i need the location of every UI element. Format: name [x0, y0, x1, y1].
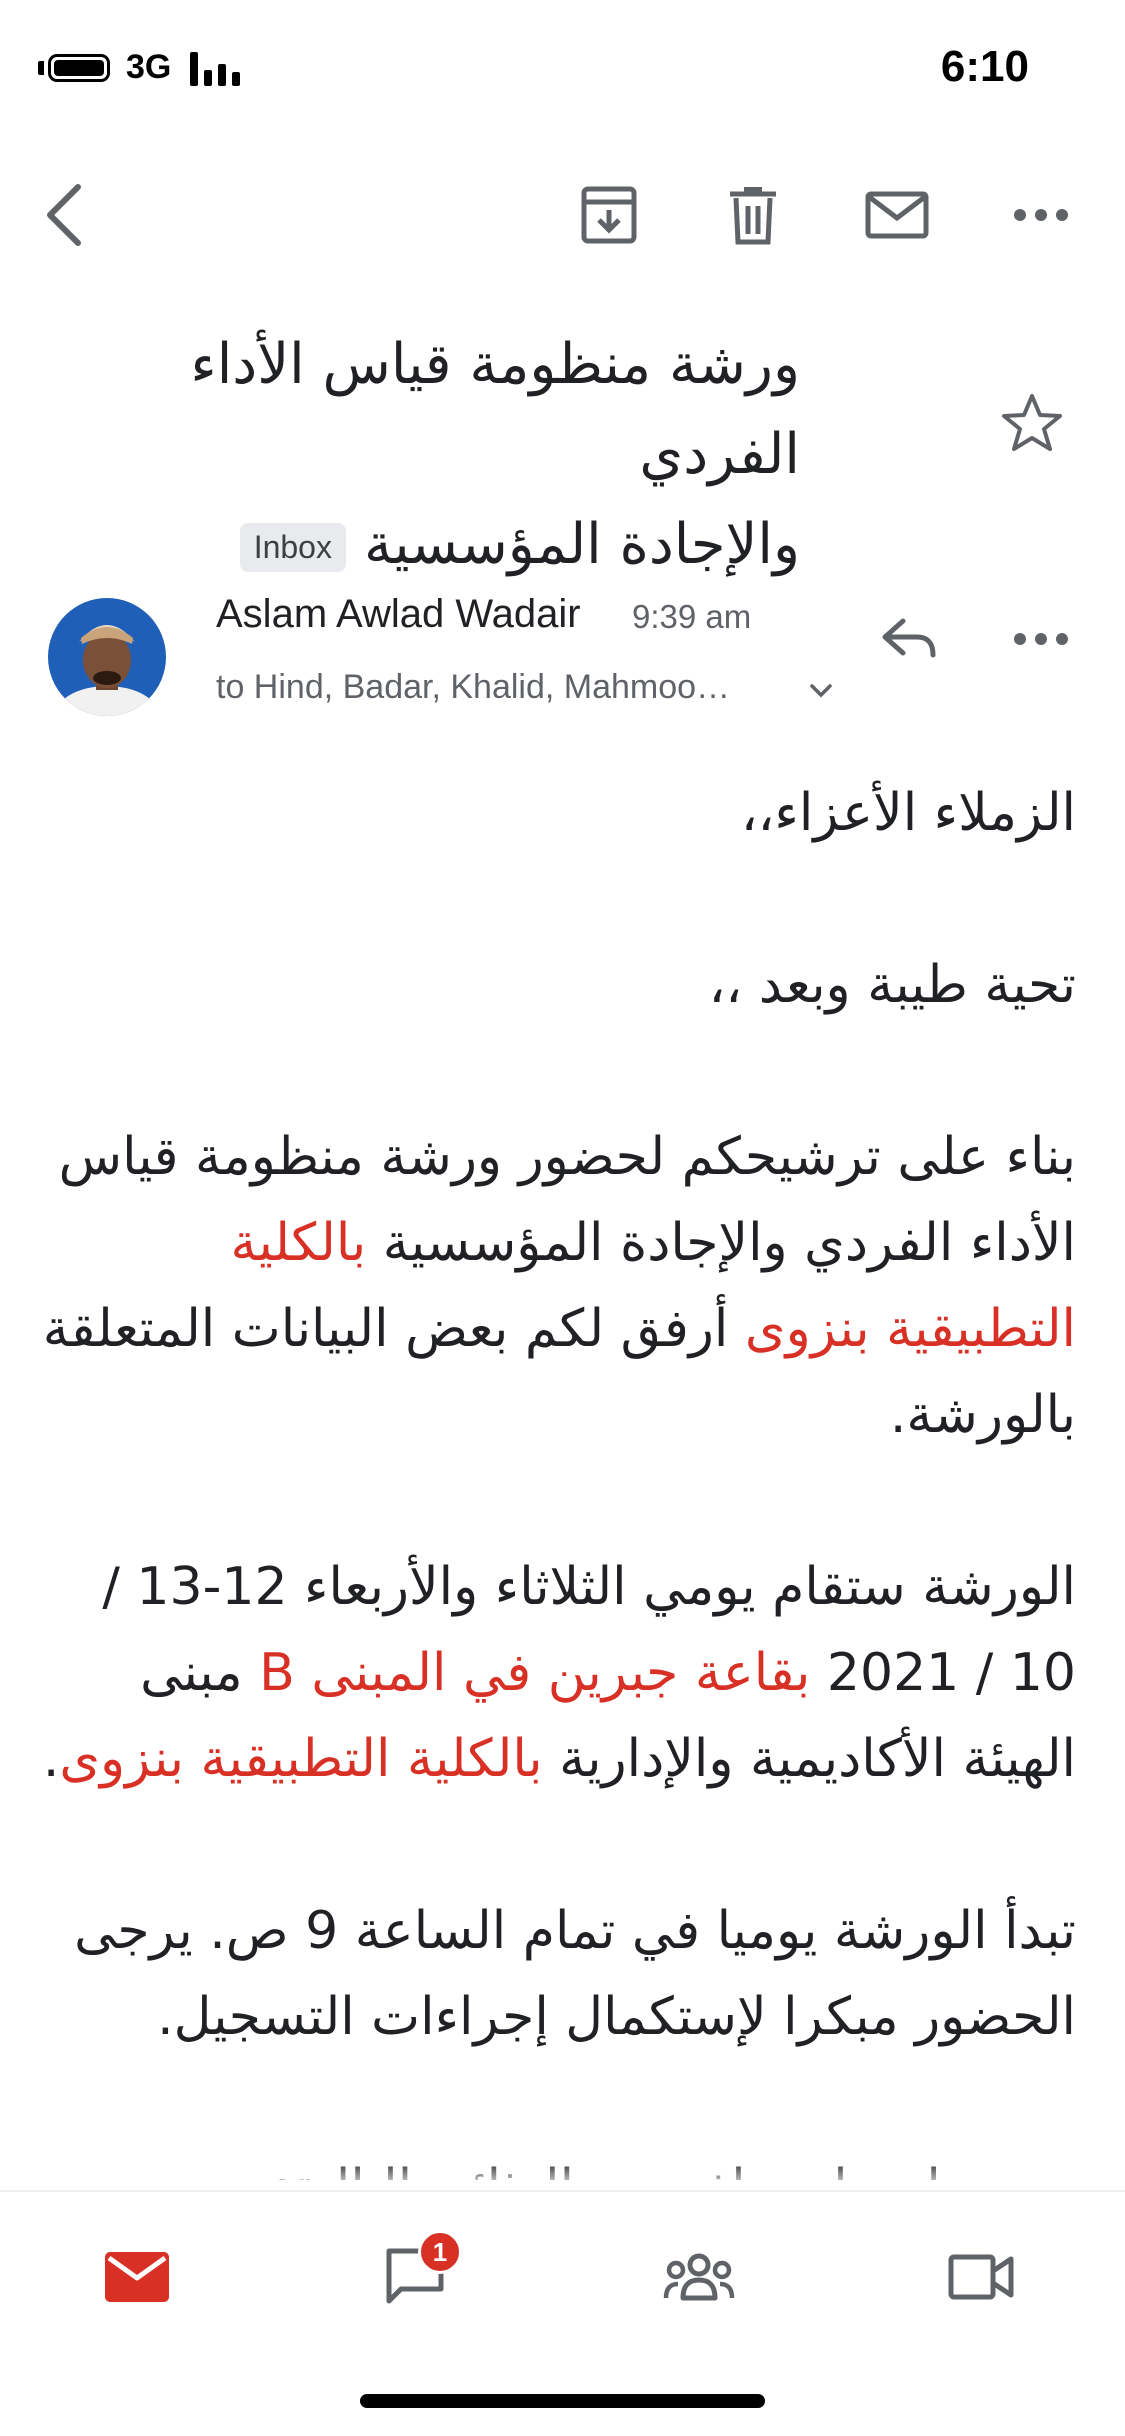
trash-icon — [730, 187, 776, 245]
battery-icon — [48, 54, 110, 82]
delete-button[interactable] — [708, 160, 798, 270]
star-button[interactable] — [1000, 392, 1080, 472]
email-subject: ورشة منظومة قياس الأداء الفردي والإجادة … — [40, 320, 800, 590]
email-toolbar — [0, 160, 1125, 270]
subject-line-2: والإجادة المؤسسية Inbox — [40, 500, 800, 590]
chevron-down-icon — [810, 684, 832, 698]
body-paragraph-3: تبدأ الورشة يوميا في تمام الساعة 9 ص. ير… — [74, 1901, 1076, 2047]
archive-button[interactable] — [564, 160, 654, 270]
nav-meet-button[interactable] — [926, 2222, 1036, 2332]
back-arrow-icon — [47, 184, 81, 246]
more-icon — [1014, 209, 1068, 221]
nav-mail-button[interactable] — [82, 2222, 192, 2332]
avatar-photo — [48, 598, 166, 716]
body-fade — [0, 2160, 1125, 2190]
sender-avatar[interactable] — [48, 598, 166, 716]
p2-highlight-hall: بقاعة جبرين في المبنى B — [259, 1643, 811, 1703]
message-more-button[interactable] — [998, 596, 1084, 682]
back-button[interactable] — [20, 160, 110, 270]
network-type: 3G — [126, 48, 172, 86]
body-salutation: تحية طيبة وبعد ،، — [708, 955, 1076, 1015]
subject-line-2-text: والإجادة المؤسسية — [363, 512, 800, 577]
reply-button[interactable] — [866, 596, 952, 682]
inbox-label-chip[interactable]: Inbox — [239, 523, 346, 573]
chat-unread-badge: 1 — [418, 2230, 462, 2274]
sent-time: 9:39 am — [632, 598, 752, 635]
body-paragraph-1: بناء على ترشيحكم لحضور ورشة منظومة قياس … — [40, 1114, 1076, 1458]
nav-chat-button[interactable]: 1 — [360, 2222, 470, 2332]
meet-icon — [948, 2254, 1014, 2300]
spaces-icon — [663, 2253, 735, 2301]
home-indicator[interactable] — [360, 2394, 765, 2408]
battery-level — [54, 60, 104, 76]
p2-highlight-college: بالكلية التطبيقية بنزوى — [59, 1729, 543, 1789]
subject-line-1: ورشة منظومة قياس الأداء الفردي — [190, 332, 800, 487]
more-options-button[interactable] — [996, 160, 1086, 270]
body-greeting: الزملاء الأعزاء،، — [740, 783, 1076, 843]
more-icon — [1014, 633, 1068, 645]
body-paragraph-2: الورشة ستقام يومي الثلاثاء والأربعاء 12-… — [40, 1544, 1076, 1802]
email-body: الزملاء الأعزاء،، تحية طيبة وبعد ،، بناء… — [40, 770, 1076, 2180]
p2-text-c: . — [42, 1729, 60, 1789]
sender-name[interactable]: Aslam Awlad Wadair — [216, 592, 581, 637]
email-view-screen: 3G 6:10 ورشة منظومة قياس الأداء الفردي و… — [0, 0, 1125, 2436]
signal-strength-icon — [190, 52, 246, 86]
star-icon — [1002, 394, 1062, 451]
nav-spaces-button[interactable] — [644, 2222, 754, 2332]
battery-cap — [38, 61, 44, 75]
status-bar: 3G 6:10 — [0, 0, 1125, 140]
p1-text-a: بناء على ترشيحكم لحضور ورشة منظومة قياس … — [58, 1127, 1076, 1273]
mail-icon — [105, 2252, 169, 2302]
mark-unread-icon — [865, 191, 929, 239]
archive-icon — [581, 186, 637, 244]
mark-unread-button[interactable] — [852, 160, 942, 270]
status-time: 6:10 — [940, 42, 1029, 91]
recipients-summary[interactable]: to Hind, Badar, Khalid, Mahmoo… — [216, 668, 796, 707]
expand-details-button[interactable] — [806, 676, 836, 706]
reply-icon — [882, 618, 936, 658]
